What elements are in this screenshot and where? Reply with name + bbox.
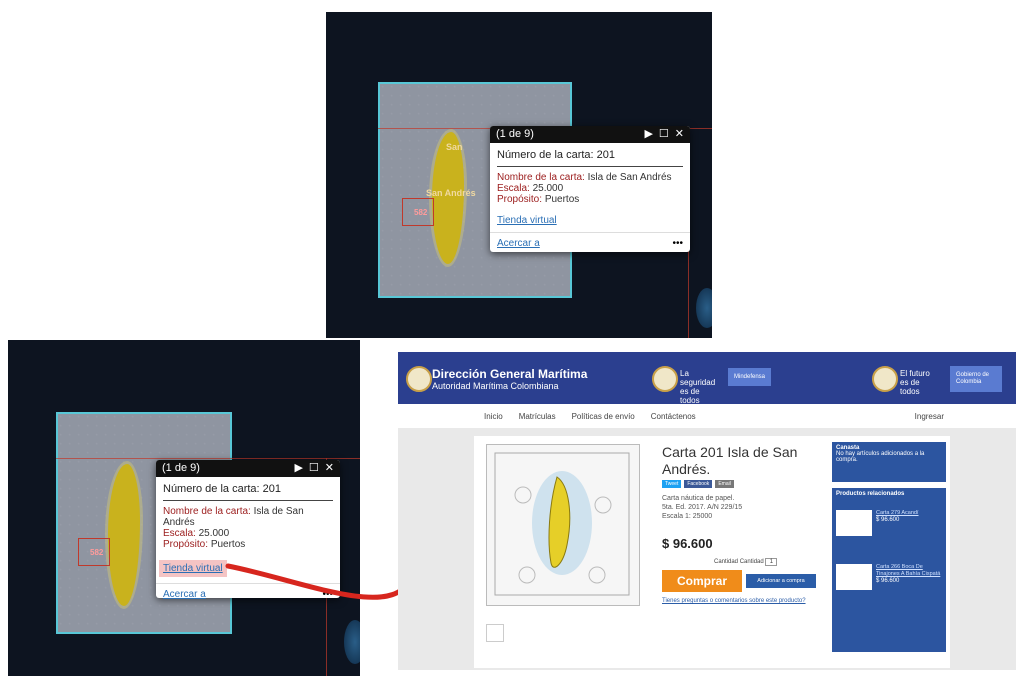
facebook-button[interactable]: Facebook [684, 480, 713, 488]
map-label: San Andrés [426, 188, 476, 198]
field-label: Propósito: [497, 194, 543, 205]
product-title: Carta 201 Isla de San Andrés. [662, 444, 798, 477]
slogan-text: La seguridad es de todos [680, 369, 716, 405]
store-nav: Inicio Matrículas Políticas de envío Con… [398, 404, 1016, 428]
map-label: San [446, 142, 463, 152]
nav-item[interactable]: Contáctenos [651, 412, 696, 421]
zoom-to-link[interactable]: Acercar a [163, 589, 206, 600]
feature-popup: (1 de 9) ▶ ☐ ✕ Número de la carta: 201 N… [490, 126, 690, 252]
colombia-shield-icon [652, 366, 678, 392]
map-view-bottom: 582 (1 de 9) ▶ ☐ ✕ Número de la carta: 2… [8, 340, 360, 676]
field-label: Nombre de la carta: [163, 506, 251, 517]
play-icon[interactable]: ▶ [644, 126, 652, 143]
virtual-store-link-highlighted[interactable]: Tienda virtual [159, 560, 227, 577]
maximize-icon[interactable]: ☐ [659, 126, 669, 143]
related-item[interactable]: Carta 266 Boca De Tinajones A Bahía Cisp… [836, 564, 942, 590]
quantity-input[interactable]: 1 [765, 558, 778, 566]
popup-title: Número de la carta: 201 [163, 483, 333, 501]
nautical-chart-image [494, 452, 630, 596]
questions-link[interactable]: Tienes preguntas o comentarios sobre est… [662, 598, 806, 604]
add-to-cart-button[interactable]: Adicionar a compra [746, 574, 816, 588]
related-products: Productos relacionados Carta 279 Acandí … [832, 488, 946, 652]
dimar-logo-icon[interactable] [406, 366, 432, 392]
popup-counter: (1 de 9) [496, 128, 534, 140]
gobierno-badge: Gobierno de Colombia [950, 366, 1002, 392]
zoom-to-link[interactable]: Acercar a [497, 238, 540, 249]
reef-shape [344, 620, 360, 664]
login-link[interactable]: Ingresar [915, 412, 944, 421]
cart-box: Canasta No hay artículos adicionados a l… [832, 442, 946, 482]
field-label: Propósito: [163, 539, 209, 550]
maximize-icon[interactable]: ☐ [309, 460, 319, 477]
map-view-top: 582 San San Andrés (1 de 9) ▶ ☐ ✕ Número… [326, 12, 712, 338]
field-label: Nombre de la carta: [497, 172, 585, 183]
buy-button[interactable]: Comprar [662, 570, 742, 592]
field-value: Isla de San Andrés [587, 172, 672, 183]
mindefensa-badge: Mindefensa [728, 368, 772, 386]
nav-item[interactable]: Políticas de envío [572, 412, 635, 421]
field-value: 25.000 [532, 183, 564, 194]
nav-item[interactable]: Matrículas [519, 412, 556, 421]
quantity-field: Cantidad Cantidad 1 [714, 558, 778, 566]
cart-text: No hay artículos adicionados a la compra… [836, 451, 925, 463]
share-buttons: Tweet Facebook Email [662, 480, 734, 488]
feature-popup: (1 de 9) ▶ ☐ ✕ Número de la carta: 201 N… [156, 460, 340, 600]
product-price: $ 96.600 [662, 536, 713, 551]
field-label: Escala: [497, 183, 530, 194]
popup-title: Número de la carta: 201 [497, 149, 683, 167]
colombia-shield-icon [872, 366, 898, 392]
popup-header: (1 de 9) ▶ ☐ ✕ [490, 126, 690, 143]
product-description: Carta náutica de papel. 5ta. Ed. 2017. A… [662, 495, 743, 520]
tweet-button[interactable]: Tweet [662, 480, 682, 488]
more-options-icon[interactable]: ••• [672, 238, 683, 249]
field-value: 25.000 [198, 528, 230, 539]
grid-line [56, 458, 360, 459]
field-value: Puertos [210, 539, 246, 550]
brand-name[interactable]: Dirección General Marítima Autoridad Mar… [432, 368, 587, 392]
zone-tag: 582 [90, 548, 104, 557]
more-options-icon[interactable]: ••• [322, 589, 333, 600]
close-icon[interactable]: ✕ [325, 460, 334, 477]
popup-counter: (1 de 9) [162, 462, 200, 474]
email-button[interactable]: Email [715, 480, 734, 488]
field-value: Puertos [544, 194, 580, 205]
product-panel: Carta 201 Isla de San Andrés. Tweet Face… [474, 436, 950, 668]
close-icon[interactable]: ✕ [675, 126, 684, 143]
virtual-store-page: Dirección General Marítima Autoridad Mar… [398, 352, 1016, 670]
nav-item[interactable]: Inicio [484, 412, 503, 421]
related-item[interactable]: Carta 279 Acandí $ 96.600 [836, 510, 942, 536]
zone-tag: 582 [414, 208, 428, 217]
slogan-text: El futuro es de todos [900, 369, 930, 396]
reef-shape [696, 288, 712, 328]
related-title: Productos relacionados [836, 491, 905, 497]
play-icon[interactable]: ▶ [294, 460, 302, 477]
virtual-store-link[interactable]: Tienda virtual [497, 215, 557, 226]
store-header: Dirección General Marítima Autoridad Mar… [398, 352, 1016, 405]
product-thumbnail[interactable] [486, 624, 504, 642]
product-image[interactable] [486, 444, 640, 606]
popup-header: (1 de 9) ▶ ☐ ✕ [156, 460, 340, 477]
field-label: Escala: [163, 528, 196, 539]
